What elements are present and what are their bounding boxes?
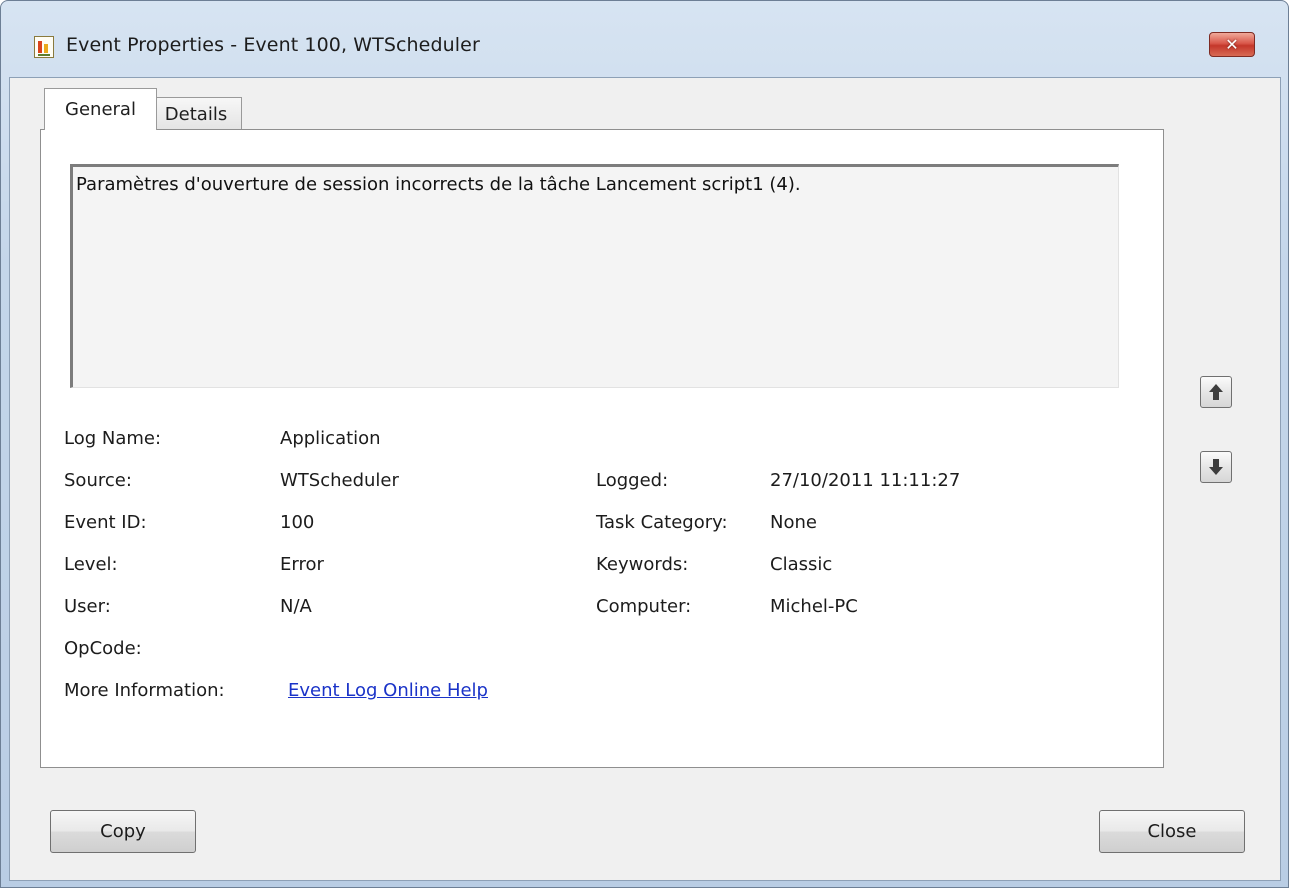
close-icon: ✕ — [1225, 35, 1239, 54]
copy-button[interactable]: Copy — [50, 810, 196, 853]
arrow-down-icon — [1209, 459, 1223, 475]
general-tab-panel: Paramètres d'ouverture de session incorr… — [40, 129, 1164, 768]
source-value: WTScheduler — [280, 470, 399, 491]
event-id-label: Event ID: — [64, 512, 147, 533]
arrow-up-icon — [1209, 384, 1223, 400]
tab-details[interactable]: Details — [150, 97, 242, 130]
task-category-label: Task Category: — [596, 512, 728, 533]
close-button[interactable]: Close — [1099, 810, 1245, 853]
level-value: Error — [280, 554, 324, 575]
window-title: Event Properties - Event 100, WTSchedule… — [66, 34, 480, 56]
keywords-label: Keywords: — [596, 554, 689, 575]
event-log-online-help-link[interactable]: Event Log Online Help — [288, 680, 488, 701]
user-label: User: — [64, 596, 111, 617]
previous-event-button[interactable] — [1200, 376, 1232, 408]
computer-label: Computer: — [596, 596, 692, 617]
tab-general[interactable]: General — [44, 88, 157, 130]
keywords-value: Classic — [770, 554, 833, 575]
window-close-button[interactable]: ✕ — [1209, 32, 1255, 57]
source-label: Source: — [64, 470, 132, 491]
event-viewer-icon — [34, 36, 54, 58]
event-properties-window: Event Properties - Event 100, WTSchedule… — [0, 0, 1289, 888]
dialog-client-area: General Details Paramètres d'ouverture d… — [9, 77, 1281, 881]
user-value: N/A — [280, 596, 312, 617]
computer-value: Michel-PC — [770, 596, 858, 617]
event-description[interactable]: Paramètres d'ouverture de session incorr… — [70, 164, 1119, 388]
level-label: Level: — [64, 554, 118, 575]
event-id-value: 100 — [280, 512, 315, 533]
opcode-label: OpCode: — [64, 638, 142, 659]
logged-value: 27/10/2011 11:11:27 — [770, 470, 961, 491]
more-information-label: More Information: — [64, 680, 225, 701]
log-name-label: Log Name: — [64, 428, 162, 449]
logged-label: Logged: — [596, 470, 669, 491]
next-event-button[interactable] — [1200, 451, 1232, 483]
task-category-value: None — [770, 512, 817, 533]
log-name-value: Application — [280, 428, 381, 449]
title-bar[interactable]: Event Properties - Event 100, WTSchedule… — [1, 1, 1288, 77]
